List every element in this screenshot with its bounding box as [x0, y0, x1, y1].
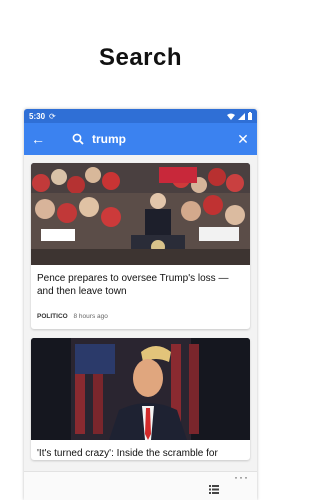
- signal-icon: [238, 112, 245, 120]
- article-title: 'It's turned crazy': Inside the scramble…: [37, 448, 218, 459]
- article-time: 8 hours ago: [73, 313, 108, 320]
- article-title: Pence prepares to oversee Trump's loss —…: [37, 273, 229, 297]
- close-icon[interactable]: ✕: [229, 131, 257, 148]
- article-image: [31, 338, 250, 440]
- article-source: POLITICO: [37, 313, 68, 320]
- sync-icon: ⟳: [49, 111, 56, 121]
- page-headline: Search: [98, 44, 183, 71]
- status-bar: 5:30 ⟳: [24, 109, 257, 123]
- search-input[interactable]: trump: [92, 132, 229, 146]
- phone-screen: 5:30 ⟳ ← trump ✕ Pence prepares to overs…: [24, 109, 257, 500]
- search-icon: [72, 133, 86, 145]
- article-card[interactable]: Pence prepares to oversee Trump's loss —…: [31, 163, 250, 329]
- wifi-icon: [227, 113, 235, 120]
- back-arrow-icon[interactable]: ←: [24, 131, 52, 147]
- results-feed: Pence prepares to oversee Trump's loss —…: [24, 155, 257, 460]
- article-meta: POLITICO 8 hours ago: [31, 298, 250, 329]
- search-app-bar: ← trump ✕: [24, 123, 257, 155]
- more-icon[interactable]: ···: [234, 470, 249, 484]
- article-card[interactable]: 'It's turned crazy': Inside the scramble…: [31, 338, 250, 460]
- status-time: 5:30: [29, 111, 46, 121]
- list-icon[interactable]: [209, 481, 219, 499]
- battery-icon: [248, 112, 252, 120]
- article-image: [31, 163, 250, 265]
- bottom-toolbar: ···: [24, 470, 257, 500]
